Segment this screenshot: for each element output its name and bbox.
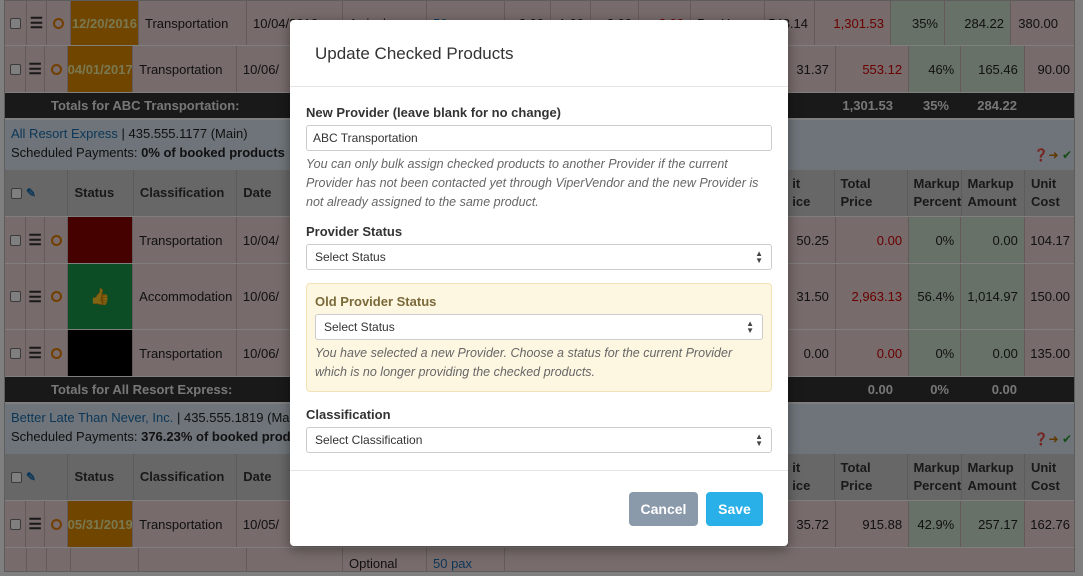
new-provider-input[interactable]: ABC Transportation — [306, 125, 772, 151]
modal-title: Update Checked Products — [290, 20, 788, 87]
select-arrows-icon: ▲ ▼ — [746, 319, 754, 335]
cancel-button[interactable]: Cancel — [629, 492, 698, 526]
classification-label: Classification — [306, 407, 391, 422]
old-provider-status-select[interactable]: Select Status ▲ ▼ — [315, 314, 763, 340]
modal-footer: Cancel Save — [290, 470, 788, 546]
select-arrows-icon: ▲ ▼ — [755, 249, 763, 265]
old-provider-status-label: Old Provider Status — [315, 294, 437, 309]
old-provider-status-box: Old Provider Status Select Status ▲ ▼ You… — [306, 283, 772, 392]
select-arrows-icon: ▲ ▼ — [755, 432, 763, 448]
classification-select[interactable]: Select Classification ▲ ▼ — [306, 427, 772, 453]
save-button[interactable]: Save — [706, 492, 763, 526]
provider-status-label: Provider Status — [306, 224, 403, 239]
new-provider-label: New Provider (leave blank for no change) — [306, 105, 562, 120]
update-checked-products-modal: Update Checked Products New Provider (le… — [290, 20, 788, 546]
provider-status-select[interactable]: Select Status ▲ ▼ — [306, 244, 772, 270]
new-provider-help: You can only bulk assign checked product… — [306, 157, 759, 209]
old-provider-help: You have selected a new Provider. Choose… — [315, 346, 733, 379]
